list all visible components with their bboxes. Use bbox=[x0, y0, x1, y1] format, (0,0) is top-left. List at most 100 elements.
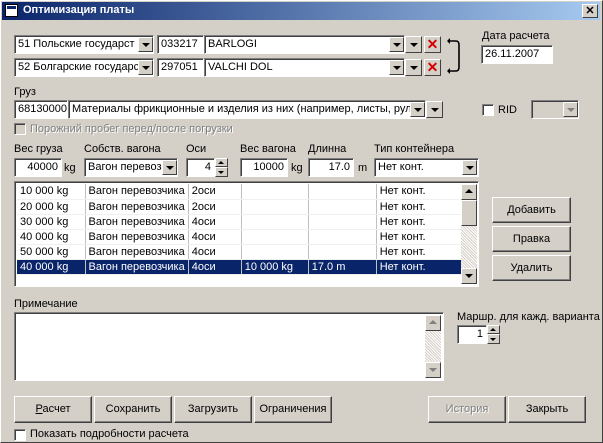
cell-axles: 4оси bbox=[188, 244, 242, 260]
cell-weight: 40 000 kg bbox=[17, 229, 86, 245]
grid-scrollbar[interactable] bbox=[461, 184, 477, 284]
add-button[interactable]: Добавить bbox=[492, 197, 571, 223]
date-label: Дата расчета bbox=[482, 30, 550, 42]
cell-owner: Вагон перевозчика bbox=[85, 259, 189, 275]
cell-container: Нет конт. bbox=[376, 199, 465, 215]
weight-field[interactable]: 40000 bbox=[14, 158, 62, 177]
from-station-dropdown-button[interactable] bbox=[389, 37, 404, 52]
from-station-name-field[interactable]: BARLOGI bbox=[204, 35, 405, 54]
container-dropdown-button[interactable] bbox=[462, 160, 477, 175]
cargo-code-field[interactable]: 68130000 bbox=[14, 100, 68, 119]
rid-checkbox[interactable] bbox=[482, 104, 494, 116]
scroll-down-icon[interactable] bbox=[425, 362, 441, 378]
cell-axles: 4оси bbox=[188, 214, 242, 230]
from-station-list-button[interactable] bbox=[405, 36, 422, 53]
length-unit: m bbox=[358, 162, 368, 174]
from-station-code-field[interactable]: 033217 bbox=[157, 35, 204, 54]
cell-wagon-weight bbox=[241, 244, 309, 260]
note-scrollbar[interactable] bbox=[425, 315, 441, 378]
limits-button[interactable]: Ограничения bbox=[254, 396, 332, 423]
load-button[interactable]: Загрузить bbox=[174, 396, 252, 423]
to-station-code-field[interactable]: 297051 bbox=[157, 58, 204, 77]
wagon-weight-unit: kg bbox=[291, 162, 303, 174]
date-field[interactable]: 26.11.2007 bbox=[481, 45, 553, 64]
routes-spinner[interactable] bbox=[487, 325, 500, 344]
spin-down-icon[interactable] bbox=[487, 334, 500, 344]
to-station-dropdown-button[interactable] bbox=[389, 60, 404, 75]
cargo-dropdown-button[interactable] bbox=[410, 102, 425, 117]
scroll-up-icon[interactable] bbox=[425, 315, 441, 331]
remove-icon: ✕ bbox=[426, 36, 439, 52]
axles-spinner[interactable] bbox=[215, 158, 228, 177]
cell-length bbox=[308, 244, 377, 260]
window-close-button[interactable]: ✕ bbox=[582, 4, 598, 18]
cell-wagon-weight: 10 000 kg bbox=[241, 259, 309, 275]
cell-length bbox=[308, 229, 377, 245]
cell-weight: 10 000 kg bbox=[17, 184, 86, 200]
rid-dropdown-button[interactable] bbox=[563, 102, 578, 117]
routes-field[interactable]: 1 bbox=[457, 325, 487, 344]
cell-axles: 2оси bbox=[188, 199, 242, 215]
note-textarea[interactable] bbox=[14, 312, 444, 381]
table-row[interactable]: 20 000 kg Вагон перевозчика 2оси Нет конт. bbox=[17, 199, 465, 215]
weight-unit: kg bbox=[64, 162, 76, 174]
wagon-weight-field[interactable]: 10000 bbox=[240, 158, 288, 177]
cargo-list-button[interactable] bbox=[426, 101, 443, 118]
cell-length bbox=[308, 214, 377, 230]
to-remove-button[interactable]: ✕ bbox=[424, 59, 441, 76]
cell-container: Нет конт. bbox=[376, 259, 465, 275]
cell-length: 17.0 m bbox=[308, 259, 377, 275]
owner-dropdown-button[interactable] bbox=[162, 160, 177, 175]
cell-owner: Вагон перевозчика bbox=[85, 184, 189, 200]
table-row[interactable]: 10 000 kg Вагон перевозчика 2оси Нет конт. bbox=[17, 184, 465, 200]
to-country-value: 52 Болгарские государс bbox=[18, 61, 140, 73]
cell-container: Нет конт. bbox=[376, 214, 465, 230]
scroll-down-icon[interactable] bbox=[461, 268, 477, 284]
edit-button[interactable]: Правка bbox=[492, 226, 571, 252]
cell-axles: 4оси bbox=[188, 229, 242, 245]
from-country-value: 51 Польские государст bbox=[18, 38, 135, 50]
cell-container: Нет конт. bbox=[376, 184, 465, 200]
to-station-name-field[interactable]: VALCHI DOL bbox=[204, 58, 405, 77]
to-country-dropdown-button[interactable] bbox=[138, 60, 153, 75]
show-details-label: Показать подробности расчета bbox=[30, 428, 189, 440]
from-remove-button[interactable]: ✕ bbox=[424, 36, 441, 53]
calculate-button[interactable]: Расчет bbox=[14, 396, 92, 423]
swap-route-icon[interactable] bbox=[447, 37, 461, 75]
cell-axles: 4оси bbox=[188, 259, 242, 275]
scroll-thumb[interactable] bbox=[461, 200, 477, 226]
wagon-weight-label: Вес вагона bbox=[240, 143, 296, 155]
note-label: Примечание bbox=[14, 298, 78, 310]
table-row[interactable]: 40 000 kg Вагон перевозчика 4оси 10 000 kg 1… bbox=[17, 259, 465, 275]
cargo-label: Груз bbox=[14, 86, 36, 98]
spin-up-icon[interactable] bbox=[487, 325, 500, 334]
axles-field[interactable]: 4 bbox=[186, 158, 215, 177]
table-row[interactable]: 40 000 kg Вагон перевозчика 4оси Нет конт. bbox=[17, 229, 465, 245]
from-country-select[interactable]: 51 Польские государст bbox=[14, 35, 154, 54]
history-button[interactable]: История bbox=[428, 396, 506, 423]
from-country-dropdown-button[interactable] bbox=[138, 37, 153, 52]
cell-owner: Вагон перевозчика bbox=[85, 229, 189, 245]
spin-down-icon[interactable] bbox=[215, 167, 228, 177]
empty-run-checkbox[interactable] bbox=[14, 123, 26, 135]
cargo-name-value: Материалы фрикционные и изделия из них (… bbox=[72, 103, 412, 115]
rid-label: RID bbox=[498, 104, 517, 116]
table-row[interactable]: 50 000 kg Вагон перевозчика 4оси Нет конт. bbox=[17, 244, 465, 260]
empty-run-label: Порожний пробег перед/после погрузки bbox=[30, 123, 233, 135]
variants-grid[interactable]: 10 000 kg Вагон перевозчика 2оси Нет конт. 2… bbox=[14, 181, 479, 287]
container-label: Тип контейнера bbox=[374, 143, 455, 155]
cell-wagon-weight bbox=[241, 229, 309, 245]
to-country-select[interactable]: 52 Болгарские государс bbox=[14, 58, 154, 77]
show-details-checkbox[interactable] bbox=[14, 429, 26, 441]
close-button[interactable]: Закрыть bbox=[508, 396, 586, 423]
cell-owner: Вагон перевозчика bbox=[85, 199, 189, 215]
to-station-list-button[interactable] bbox=[405, 59, 422, 76]
scroll-up-icon[interactable] bbox=[461, 184, 477, 200]
delete-button[interactable]: Удалить bbox=[492, 255, 571, 281]
cargo-name-select[interactable]: Материалы фрикционные и изделия из них (… bbox=[68, 100, 426, 119]
window-title: Оптимизация платы bbox=[23, 4, 135, 16]
save-button[interactable]: Сохранить bbox=[94, 396, 172, 423]
spin-up-icon[interactable] bbox=[215, 158, 228, 167]
table-row[interactable]: 30 000 kg Вагон перевозчика 4оси Нет конт. bbox=[17, 214, 465, 230]
length-field[interactable]: 17.0 bbox=[308, 158, 354, 177]
